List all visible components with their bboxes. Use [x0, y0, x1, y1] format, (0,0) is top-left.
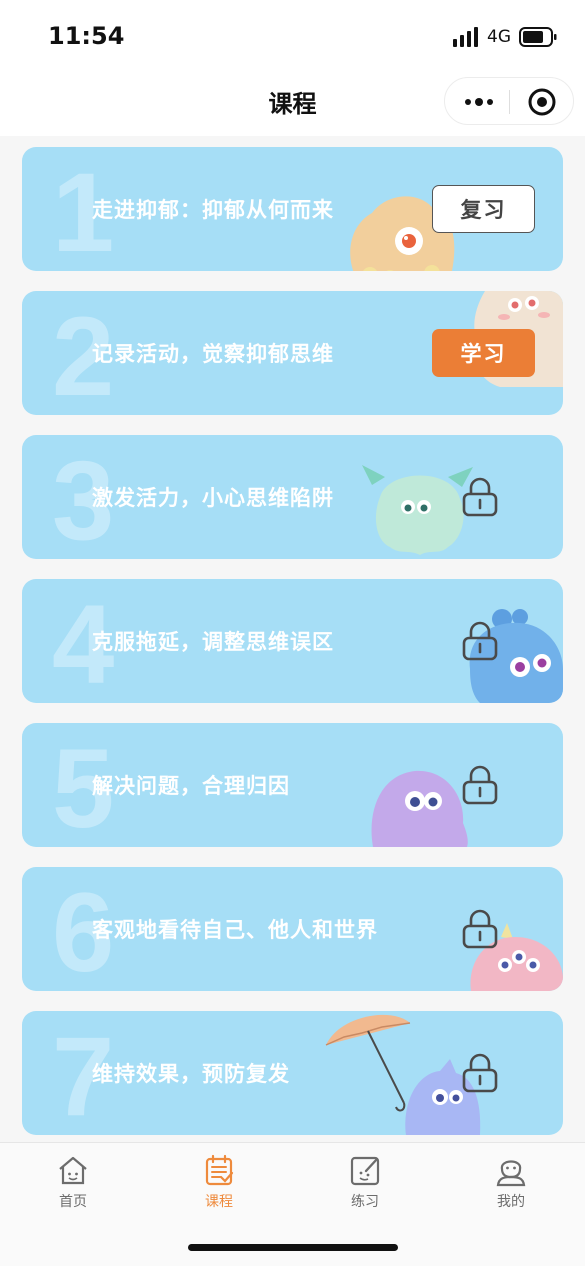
course-title: 记录活动，觉察抑郁思维 — [92, 342, 334, 366]
status-indicators: 4G — [453, 26, 557, 48]
lock-icon — [462, 1053, 498, 1093]
battery-icon — [519, 27, 557, 47]
lock-icon — [462, 621, 498, 661]
tab-label: 课程 — [205, 1194, 233, 1210]
course-icon — [205, 1154, 234, 1186]
course-title: 维持效果，预防复发 — [92, 1062, 290, 1086]
lock-icon — [462, 765, 498, 805]
status-bar: 11:54 4G — [0, 0, 585, 76]
tab-home[interactable]: 首页 — [23, 1153, 123, 1223]
course-card-7[interactable]: 7 维持效果，预防复发 — [22, 1011, 563, 1135]
capsule-divider — [509, 90, 510, 114]
review-button[interactable]: 复习 — [432, 185, 535, 233]
home-indicator — [188, 1244, 398, 1251]
more-icon[interactable] — [463, 90, 497, 114]
mini-program-capsule — [444, 77, 574, 125]
course-list: 1 走进抑郁：抑郁从何而来 复习 2 记录活动，觉察抑郁思维 学习 3 激发活力… — [0, 136, 585, 1142]
course-title: 客观地看待自己、他人和世界 — [92, 918, 378, 942]
course-title: 解决问题，合理归因 — [92, 774, 290, 798]
green-monster-icon — [362, 465, 473, 555]
lock-icon — [462, 477, 498, 517]
profile-icon — [496, 1160, 526, 1187]
study-button[interactable]: 学习 — [432, 329, 535, 377]
umbrella-monster-icon — [325, 1014, 481, 1135]
home-icon — [59, 1156, 87, 1185]
network-type: 4G — [487, 27, 511, 47]
purple-monster-icon — [371, 770, 468, 847]
course-card-2[interactable]: 2 记录活动，觉察抑郁思维 学习 — [22, 291, 563, 415]
tab-label: 首页 — [59, 1194, 87, 1210]
signal-icon — [453, 27, 478, 47]
course-title: 走进抑郁：抑郁从何而来 — [92, 198, 334, 222]
course-card-1[interactable]: 1 走进抑郁：抑郁从何而来 复习 — [22, 147, 563, 271]
course-card-6[interactable]: 6 客观地看待自己、他人和世界 — [22, 867, 563, 991]
top-bar: 11:54 4G 课程 — [0, 0, 585, 136]
course-title: 激发活力，小心思维陷阱 — [92, 486, 334, 510]
practice-icon — [350, 1156, 380, 1186]
tab-label: 练习 — [351, 1194, 379, 1210]
course-card-5[interactable]: 5 解决问题，合理归因 — [22, 723, 563, 847]
close-mini-program-icon[interactable] — [527, 87, 557, 117]
course-card-3[interactable]: 3 激发活力，小心思维陷阱 — [22, 435, 563, 559]
lock-icon — [462, 909, 498, 949]
status-time: 11:54 — [48, 22, 125, 50]
tab-practice[interactable]: 练习 — [315, 1153, 415, 1223]
course-title: 克服拖延，调整思维误区 — [92, 630, 334, 654]
tab-profile[interactable]: 我的 — [461, 1153, 561, 1223]
tab-course[interactable]: 课程 — [169, 1153, 269, 1223]
course-card-4[interactable]: 4 克服拖延，调整思维误区 — [22, 579, 563, 703]
tab-label: 我的 — [497, 1194, 525, 1210]
